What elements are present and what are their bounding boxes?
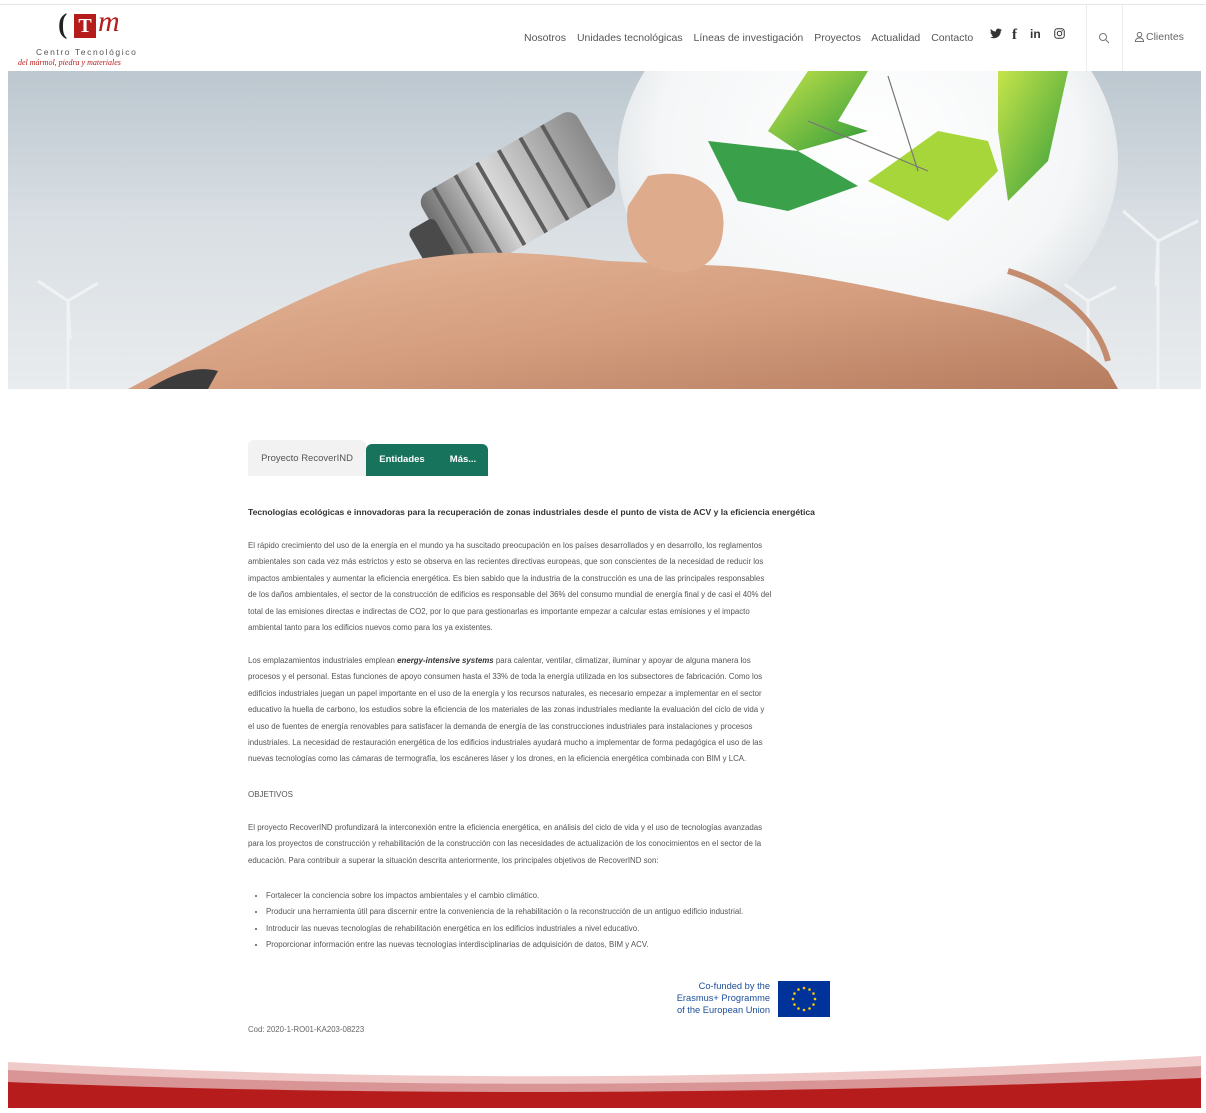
text-line: impactos ambientales y aumentar la efici… — [248, 573, 765, 583]
clientes-link[interactable]: Clientes — [1134, 31, 1184, 43]
list-item: Proporcionar información entre las nueva… — [266, 937, 743, 953]
paragraph-intro: El rápido crecimiento del uso de la ener… — [248, 538, 840, 636]
user-icon — [1134, 31, 1145, 42]
clientes-label: Clientes — [1146, 31, 1184, 43]
cofund-line: Erasmus+ Programme — [676, 993, 770, 1003]
project-code: Cod: 2020-1-RO01-KA203-08223 — [248, 1025, 365, 1034]
site-logo[interactable]: ( T m Centro Tecnológico del mármol, pie… — [18, 5, 158, 69]
logo-paren: ( — [58, 9, 68, 40]
text-line: el uso de fuentes de energía renovables … — [248, 721, 753, 731]
text-line: ambientales son cada vez más estrictos y… — [248, 557, 764, 567]
text-line: educación. Para contribuir a superar la … — [248, 855, 659, 865]
list-item: Producir una herramienta útil para disce… — [266, 904, 743, 920]
text-line: industriales. La necesidad de restauraci… — [248, 738, 763, 748]
paragraph-objetivos: El proyecto RecoverIND profundizará la i… — [248, 820, 840, 869]
paragraph-industrial: Los emplazamientos industriales emplean … — [248, 653, 840, 768]
logo-tagline: del mármol, piedra y materiales — [18, 58, 121, 67]
linkedin-icon[interactable]: in — [1030, 27, 1041, 41]
text-line: para calentar, ventilar, climatizar, ilu… — [493, 656, 751, 665]
logo-script-letter: m — [98, 5, 120, 38]
hero-banner — [8, 71, 1201, 389]
facebook-icon[interactable]: f — [1012, 27, 1017, 44]
tab-entidades[interactable]: Entidades — [366, 444, 438, 476]
main-nav: Nosotros Unidades tecnológicas Líneas de… — [524, 32, 981, 44]
text-line: El rápido crecimiento del uso de la ener… — [248, 541, 763, 550]
logo-title: Centro Tecnológico — [36, 47, 138, 57]
tab-mas[interactable]: Más... — [438, 444, 488, 476]
header-divider — [1122, 5, 1123, 71]
nav-item-contacto[interactable]: Contacto — [931, 32, 973, 44]
objetivos-heading: OBJETIVOS — [248, 790, 293, 799]
text-line: ambiental tanto para los edificios nuevo… — [248, 623, 493, 633]
hero-lightbulb-recycle-image — [37, 71, 1199, 389]
text-line: edificios industriales juegan un papel i… — [248, 688, 762, 698]
objectives-list: Fortalecer la conciencia sobre los impac… — [248, 888, 743, 954]
list-item: Fortalecer la conciencia sobre los impac… — [266, 888, 743, 904]
article-subtitle: Tecnologías ecológicas e innovadoras par… — [248, 507, 815, 517]
footer-wave — [0, 1056, 1206, 1108]
emphasis-text: energy-intensive systems — [397, 656, 494, 665]
logo-mark: ( T m — [58, 5, 158, 41]
list-item: Introducir las nuevas tecnologías de reh… — [266, 921, 743, 937]
nav-item-lineas[interactable]: Líneas de investigación — [694, 32, 804, 44]
header-divider — [1086, 5, 1087, 71]
cofund-line: of the European Union — [676, 1005, 770, 1015]
nav-item-actualidad[interactable]: Actualidad — [871, 32, 920, 44]
site-header: ( T m Centro Tecnológico del mármol, pie… — [0, 5, 1206, 71]
text-line: El proyecto RecoverIND profundizará la i… — [248, 823, 763, 832]
nav-item-nosotros[interactable]: Nosotros — [524, 32, 566, 44]
text-line: nuevas tecnologías como las cámaras de t… — [248, 754, 747, 764]
logo-letter-box: T — [74, 14, 96, 38]
project-content: Proyecto RecoverIND Entidades Más... Tec… — [248, 440, 840, 1034]
erasmus-cofunded-logo: Co-funded by the Erasmus+ Programme of t… — [654, 980, 830, 1018]
text-line: de los daños ambientales, el sector de l… — [248, 590, 772, 600]
twitter-icon[interactable] — [990, 27, 1002, 42]
cofund-line: Co-funded by the — [698, 981, 770, 991]
search-icon[interactable] — [1098, 31, 1114, 47]
tab-bar: Proyecto RecoverIND Entidades Más... — [248, 440, 840, 476]
text-line: Los emplazamientos industriales emplean — [248, 656, 398, 665]
social-links: f in — [986, 27, 1066, 49]
text-line: educativo la huella de carbono, los estu… — [248, 705, 765, 715]
eu-flag-icon — [778, 981, 830, 1017]
nav-item-unidades[interactable]: Unidades tecnológicas — [577, 32, 683, 44]
text-line: para los proyectos de construcción y reh… — [248, 839, 762, 849]
nav-item-proyectos[interactable]: Proyectos — [814, 32, 861, 44]
cofund-text: Co-funded by the Erasmus+ Programme of t… — [677, 980, 770, 1016]
text-line: procesos y el personal. Estas funciones … — [248, 672, 763, 682]
text-line: total de las emisiones directas e indire… — [248, 606, 750, 616]
tab-proyecto-recoverind[interactable]: Proyecto RecoverIND — [248, 440, 366, 476]
instagram-icon[interactable] — [1054, 27, 1065, 42]
